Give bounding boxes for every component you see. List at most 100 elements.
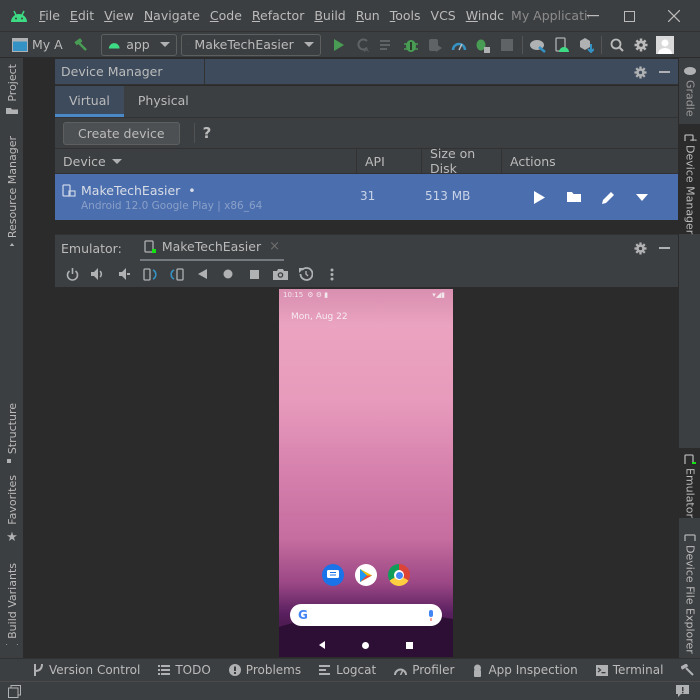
- menu-edit[interactable]: Edit: [65, 0, 99, 32]
- emulator-toolbar: [55, 261, 678, 287]
- menu-vcs[interactable]: VCS: [426, 0, 461, 32]
- close-window-button[interactable]: [654, 0, 694, 32]
- tool-tab-label: Resource Manager: [5, 136, 19, 239]
- tool-tab-label: Device Manager: [683, 144, 697, 234]
- edit-device-pencil-icon[interactable]: [597, 186, 619, 208]
- phone-date: Mon, Aug 22: [291, 312, 348, 322]
- tool-tab-device-manager[interactable]: Device Manager: [679, 124, 700, 234]
- debug-icon[interactable]: [399, 33, 423, 57]
- nav-recents-icon[interactable]: [405, 641, 413, 649]
- column-header-size[interactable]: Size on Disk: [422, 146, 502, 176]
- google-search-bar[interactable]: G: [290, 604, 442, 626]
- tool-tab-structure[interactable]: Structure: [0, 403, 24, 463]
- more-options-icon[interactable]: [319, 261, 345, 287]
- nav-back-icon[interactable]: [319, 641, 326, 649]
- tool-problems[interactable]: Problems: [228, 663, 301, 677]
- project-name[interactable]: My A: [32, 37, 63, 52]
- tool-tab-gradle[interactable]: Gradle: [679, 66, 700, 126]
- apply-code-changes-icon[interactable]: [375, 33, 399, 57]
- tool-tab-resource-manager[interactable]: Resource Manager: [0, 136, 24, 246]
- sdk-manager-icon[interactable]: [574, 33, 598, 57]
- help-icon[interactable]: ?: [193, 123, 211, 143]
- microphone-icon[interactable]: [428, 609, 434, 621]
- column-header-device[interactable]: Device: [55, 148, 357, 174]
- make-project-hammer-icon[interactable]: [69, 33, 93, 57]
- notifications-icon[interactable]: [676, 685, 689, 697]
- panel-hide-icon[interactable]: [653, 59, 675, 85]
- column-header-api[interactable]: API: [357, 148, 422, 174]
- device-subtitle: Android 12.0 Google Play | x86_64: [81, 200, 263, 212]
- emulator-settings-gear-icon[interactable]: [629, 235, 651, 261]
- device-selector[interactable]: MakeTechEasier: [180, 33, 321, 56]
- stop-icon[interactable]: [495, 33, 519, 57]
- tool-app-inspection[interactable]: App Inspection: [472, 663, 578, 677]
- overview-icon[interactable]: [241, 261, 267, 287]
- show-on-disk-folder-icon[interactable]: [563, 186, 585, 208]
- chrome-app-icon[interactable]: [388, 564, 410, 586]
- menu-code[interactable]: Code: [205, 0, 247, 32]
- tab-physical[interactable]: Physical: [124, 86, 203, 117]
- nav-home-icon[interactable]: [361, 641, 369, 649]
- emulator-screen[interactable]: 10:15 ⚙ ⚙ ▮ ▾◢▮ Mon, Aug 22 G: [279, 289, 453, 657]
- volume-down-icon[interactable]: [111, 261, 137, 287]
- settings-gear-icon[interactable]: [629, 33, 653, 57]
- search-everywhere-icon[interactable]: [605, 33, 629, 57]
- tool-tab-project[interactable]: Project: [0, 64, 24, 114]
- tool-tab-device-file-explorer[interactable]: Device File Explorer: [679, 534, 700, 654]
- account-avatar-icon[interactable]: [653, 33, 677, 57]
- menu-run[interactable]: Run: [351, 0, 385, 32]
- problems-icon: [228, 664, 241, 676]
- back-icon[interactable]: [189, 261, 215, 287]
- more-actions-dropdown-icon[interactable]: [631, 186, 653, 208]
- tool-tab-emulator[interactable]: Emulator: [679, 448, 700, 518]
- svg-text:A: A: [364, 46, 369, 53]
- emulator-hide-icon[interactable]: [653, 235, 675, 261]
- menu-file[interactable]: File: [34, 0, 65, 32]
- toggle-tool-windows-icon[interactable]: [8, 685, 21, 698]
- tool-tab-label: Device File Explorer: [683, 545, 697, 654]
- messages-app-icon[interactable]: [322, 564, 344, 586]
- maximize-button[interactable]: [609, 0, 649, 32]
- device-manager-icon[interactable]: [550, 33, 574, 57]
- table-row[interactable]: MakeTechEasier • Android 12.0 Google Pla…: [55, 174, 678, 220]
- tool-tab-build-variants[interactable]: Build Variants: [0, 563, 24, 645]
- run-with-coverage-icon[interactable]: [423, 33, 447, 57]
- tab-virtual[interactable]: Virtual: [55, 86, 124, 117]
- snapshots-icon[interactable]: [293, 261, 319, 287]
- tool-terminal[interactable]: Terminal: [595, 663, 663, 677]
- menu-navigate[interactable]: Navigate: [139, 0, 205, 32]
- project-window-icon[interactable]: [8, 33, 32, 57]
- attach-debugger-icon[interactable]: [471, 33, 495, 57]
- star-icon: ★: [6, 530, 18, 545]
- screenshot-camera-icon[interactable]: [267, 261, 293, 287]
- menu-view[interactable]: View: [99, 0, 139, 32]
- home-icon[interactable]: [215, 261, 241, 287]
- play-store-app-icon[interactable]: [355, 564, 377, 586]
- menu-tools[interactable]: Tools: [385, 0, 426, 32]
- tool-profiler[interactable]: Profiler: [394, 663, 454, 677]
- tool-logcat[interactable]: Logcat: [319, 663, 376, 677]
- tool-todo[interactable]: TODO: [158, 663, 211, 677]
- menu-window[interactable]: Windc: [461, 0, 509, 32]
- launch-device-play-icon[interactable]: [528, 186, 550, 208]
- create-device-button[interactable]: Create device: [63, 121, 180, 145]
- run-icon[interactable]: [327, 33, 351, 57]
- sync-gradle-icon[interactable]: [526, 33, 550, 57]
- tool-build[interactable]: Build: [681, 663, 700, 677]
- menu-build[interactable]: Build: [309, 0, 350, 32]
- module-selector[interactable]: app: [100, 33, 177, 56]
- left-gutter: [24, 58, 55, 658]
- rotate-left-icon[interactable]: [137, 261, 163, 287]
- emulator-device-tab[interactable]: MakeTechEasier ×: [139, 235, 285, 262]
- apply-changes-restart-icon[interactable]: A: [351, 33, 375, 57]
- profiler-icon[interactable]: [447, 33, 471, 57]
- close-tab-icon[interactable]: ×: [269, 239, 280, 254]
- rotate-right-icon[interactable]: [163, 261, 189, 287]
- volume-up-icon[interactable]: [85, 261, 111, 287]
- tool-tab-favorites[interactable]: ★ Favorites: [0, 475, 24, 545]
- power-icon[interactable]: [59, 261, 85, 287]
- panel-settings-gear-icon[interactable]: [629, 59, 651, 85]
- minimize-button[interactable]: [573, 0, 613, 32]
- tool-version-control[interactable]: Version Control: [34, 663, 140, 677]
- menu-refactor[interactable]: Refactor: [247, 0, 309, 32]
